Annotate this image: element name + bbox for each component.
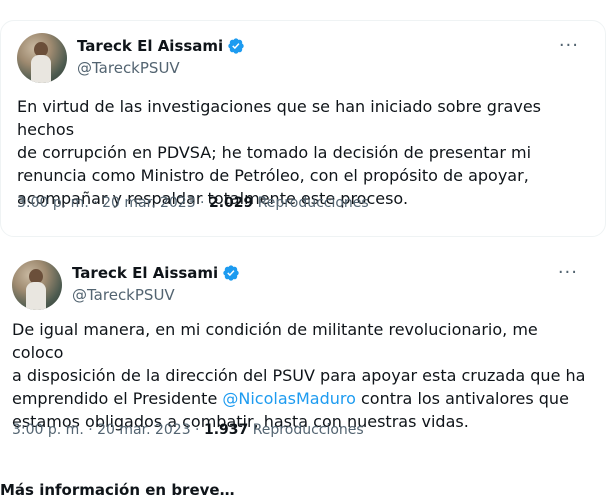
tweet-text: De igual manera, en mi condición de mili…: [12, 318, 592, 433]
views-label: Reproducciones: [248, 422, 364, 438]
author-handle[interactable]: @TareckPSUV: [72, 286, 175, 304]
footer-text: Más información en breve…: [0, 481, 235, 499]
tweet-timestamp[interactable]: 3:00 p. m. · 20 mar. 2023 ·: [12, 422, 204, 438]
tweet-meta: 3:00 p. m. · 20 mar. 2023 · 2.029 Reprod…: [17, 195, 369, 211]
author-name[interactable]: Tareck El Aissami: [72, 264, 218, 282]
views-label: Reproducciones: [253, 195, 369, 211]
tweet-timestamp[interactable]: 3:00 p. m. · 20 mar. 2023 ·: [17, 195, 209, 211]
verified-badge-icon: [223, 265, 239, 281]
views-count: 1.937: [203, 422, 249, 438]
author-handle[interactable]: @TareckPSUV: [77, 59, 180, 77]
tweet-text: En virtud de las investigaciones que se …: [17, 97, 541, 208]
avatar-body: [31, 55, 51, 83]
author-name[interactable]: Tareck El Aissami: [77, 37, 223, 55]
avatar-body: [26, 282, 46, 310]
avatar[interactable]: [12, 260, 62, 310]
tweet-card-1[interactable]: Tareck El Aissami @TareckPSUV ··· En vir…: [0, 20, 606, 237]
views-count: 2.029: [208, 195, 254, 211]
more-options-icon[interactable]: ···: [558, 264, 578, 282]
author-row: Tareck El Aissami: [77, 37, 245, 55]
mention-link[interactable]: @NicolasMaduro: [222, 389, 356, 408]
author-row: Tareck El Aissami: [72, 264, 240, 282]
verified-badge-icon: [228, 38, 244, 54]
tweet-card-2[interactable]: Tareck El Aissami @TareckPSUV ··· De igu…: [0, 248, 604, 463]
more-options-icon[interactable]: ···: [559, 37, 579, 55]
tweet-meta: 3:00 p. m. · 20 mar. 2023 · 1.937 Reprod…: [12, 422, 364, 438]
avatar[interactable]: [17, 33, 67, 83]
